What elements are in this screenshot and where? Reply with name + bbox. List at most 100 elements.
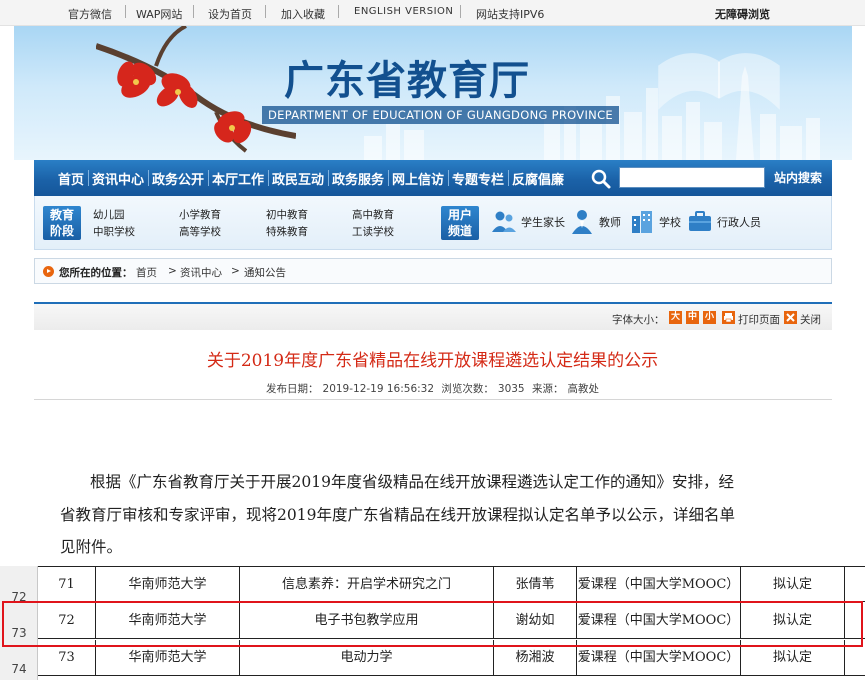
- table-cell-platform: 爱课程（中国大学MOOC）: [576, 567, 740, 603]
- stage-link-vocational[interactable]: 中职学校: [93, 224, 135, 239]
- wap-link[interactable]: WAP网站: [136, 6, 182, 22]
- stage-link-kindergarten[interactable]: 幼儿园: [93, 207, 125, 222]
- table-row: 73 华南师范大学 电动力学 杨湘波 爱课程（中国大学MOOC） 拟认定: [38, 640, 865, 676]
- table-cell-university: 华南师范大学: [95, 567, 239, 603]
- nav-divider: [508, 170, 509, 186]
- stage-link-special-ed[interactable]: 特殊教育: [266, 224, 308, 239]
- table-cell-university: 华南师范大学: [95, 603, 239, 639]
- teacher-icon: [572, 210, 592, 234]
- print-icon[interactable]: [722, 311, 735, 324]
- stage-link-higher-ed[interactable]: 高等学校: [179, 224, 221, 239]
- user-link-students-parents[interactable]: 学生家长: [521, 214, 565, 230]
- table-cell-lead: 张倩苇: [493, 567, 576, 603]
- nav-news-center[interactable]: 资讯中心: [92, 169, 144, 188]
- table-row: 72 华南师范大学 电子书包教学应用 谢幼如 爱课程（中国大学MOOC） 拟认定: [38, 603, 865, 639]
- nav-divider: [328, 170, 329, 186]
- close-icon[interactable]: [784, 311, 797, 324]
- table-cell-platform: 爱课程（中国大学MOOC）: [576, 640, 740, 676]
- add-favorite-link[interactable]: 加入收藏: [281, 6, 325, 22]
- font-size-label: 字体大小：: [612, 314, 665, 326]
- publish-date-label: 发布日期：: [266, 383, 319, 395]
- user-link-school[interactable]: 学校: [659, 214, 681, 230]
- students-parents-icon: [492, 211, 516, 232]
- article-title: 关于2019年度广东省精品在线开放课程遴选认定结果的公示: [206, 351, 659, 371]
- location-arrow-icon: [43, 266, 54, 277]
- accessibility-link[interactable]: 无障碍浏览: [715, 6, 770, 22]
- table-cell-status: 拟认定: [740, 567, 845, 603]
- article-paragraph-line-3: 见附件。: [60, 538, 123, 556]
- nav-divider: [208, 170, 209, 186]
- table-cell-lead: 杨湘波: [493, 640, 576, 676]
- breadcrumb-separator: >: [231, 265, 240, 277]
- stage-link-junior-high[interactable]: 初中教育: [266, 207, 308, 222]
- close-page-button[interactable]: 关闭: [800, 312, 821, 327]
- wechat-link[interactable]: 官方微信: [68, 6, 112, 22]
- table-cell-university: 华南师范大学: [95, 640, 239, 676]
- nav-online-petition[interactable]: 网上信访: [392, 169, 444, 188]
- user-link-teacher[interactable]: 教师: [599, 214, 621, 230]
- article-divider: [34, 399, 832, 400]
- nav-department-work[interactable]: 本厅工作: [212, 169, 264, 188]
- nav-public-interaction[interactable]: 政民互动: [272, 169, 324, 188]
- article-paragraph-line-1: 根据《广东省教育厅关于开展2019年度省级精品在线开放课程遴选认定工作的通知》安…: [90, 473, 734, 491]
- view-count: 3035: [497, 383, 525, 395]
- breadcrumb-news-center[interactable]: 资讯中心: [180, 265, 222, 280]
- divider: [125, 5, 126, 18]
- spreadsheet-row-number: 74: [11, 662, 27, 676]
- ipv6-link[interactable]: 网站支持IPV6: [476, 6, 544, 22]
- table-cell-course: 电动力学: [239, 640, 493, 676]
- course-list-table: 72 73 74 71 华南师范大学 信息素养：开启学术研究之门 张倩苇 爱课程…: [0, 566, 865, 680]
- article-paragraph-line-2: 省教育厅审核和专家评审，现将2019年度广东省精品在线开放课程拟认定名单予以公示…: [60, 506, 735, 524]
- divider: [338, 5, 339, 18]
- spreadsheet-row-number: 72: [11, 590, 27, 604]
- breadcrumb-home[interactable]: 首页: [136, 265, 157, 280]
- print-page-button[interactable]: 打印页面: [738, 312, 780, 327]
- nav-divider: [388, 170, 389, 186]
- divider: [265, 5, 266, 18]
- education-stage-badge: 教育 阶段: [43, 206, 81, 240]
- main-navigation: 首页 资讯中心 政务公开 本厅工作 政民互动 政务服务 网上信访 专题专栏 反腐…: [34, 160, 832, 196]
- stage-link-primary[interactable]: 小学教育: [179, 207, 221, 222]
- table-cell-index: 73: [58, 650, 75, 665]
- user-channel-badge-line1: 用户: [447, 208, 472, 222]
- site-search-button[interactable]: 站内搜索: [774, 169, 822, 186]
- table-cell-status: 拟认定: [740, 640, 845, 676]
- table-cell-index: 72: [58, 613, 75, 628]
- source-value: 高教处: [567, 383, 599, 395]
- stage-link-reform-school[interactable]: 工读学校: [352, 224, 394, 239]
- administrator-briefcase-icon: [689, 211, 711, 231]
- user-link-administrator[interactable]: 行政人员: [717, 214, 761, 230]
- search-icon[interactable]: [590, 168, 612, 190]
- table-cell-status: 拟认定: [740, 603, 845, 639]
- site-banner: 广东省教育厅 DEPARTMENT OF EDUCATION OF GUANGD…: [14, 26, 852, 160]
- nav-divider: [268, 170, 269, 186]
- font-size-small-button[interactable]: 小: [703, 311, 716, 324]
- nav-home[interactable]: 首页: [58, 169, 84, 188]
- table-cell-lead: 谢幼如: [493, 603, 576, 639]
- nav-government-services[interactable]: 政务服务: [332, 169, 384, 188]
- nav-special-topics[interactable]: 专题专栏: [452, 169, 504, 188]
- nav-anti-corruption[interactable]: 反腐倡廉: [512, 169, 564, 188]
- education-stage-badge-line1: 教育: [49, 208, 74, 222]
- top-utility-bar: 官方微信 WAP网站 设为首页 加入收藏 ENGLISH VERSION 网站支…: [0, 0, 865, 26]
- article-toolbar: 字体大小： 大 中 小 打印页面 关闭: [34, 302, 832, 330]
- set-homepage-link[interactable]: 设为首页: [208, 6, 252, 22]
- school-icon: [632, 211, 652, 233]
- site-subtitle: DEPARTMENT OF EDUCATION OF GUANGDONG PRO…: [262, 106, 619, 124]
- font-size-medium-button[interactable]: 中: [686, 311, 699, 324]
- breadcrumb-notices[interactable]: 通知公告: [244, 265, 286, 280]
- nav-divider: [448, 170, 449, 186]
- stage-link-senior-high[interactable]: 高中教育: [352, 207, 394, 222]
- channel-panel: 教育 阶段 幼儿园 小学教育 初中教育 高中教育 中职学校 高等学校 特殊教育 …: [34, 196, 832, 250]
- publish-date: 2019-12-19 16:56:32: [322, 383, 435, 395]
- table-cell-course: 电子书包教学应用: [239, 603, 493, 639]
- user-channel-badge: 用户 频道: [441, 206, 479, 240]
- breadcrumb-separator: >: [168, 265, 177, 277]
- english-version-link[interactable]: ENGLISH VERSION: [354, 6, 453, 17]
- font-size-large-button[interactable]: 大: [669, 311, 682, 324]
- nav-divider: [88, 170, 89, 186]
- nav-government-affairs[interactable]: 政务公开: [152, 169, 204, 188]
- site-search-input[interactable]: [619, 167, 765, 188]
- education-stage-badge-line2: 阶段: [49, 224, 74, 238]
- divider: [193, 5, 194, 18]
